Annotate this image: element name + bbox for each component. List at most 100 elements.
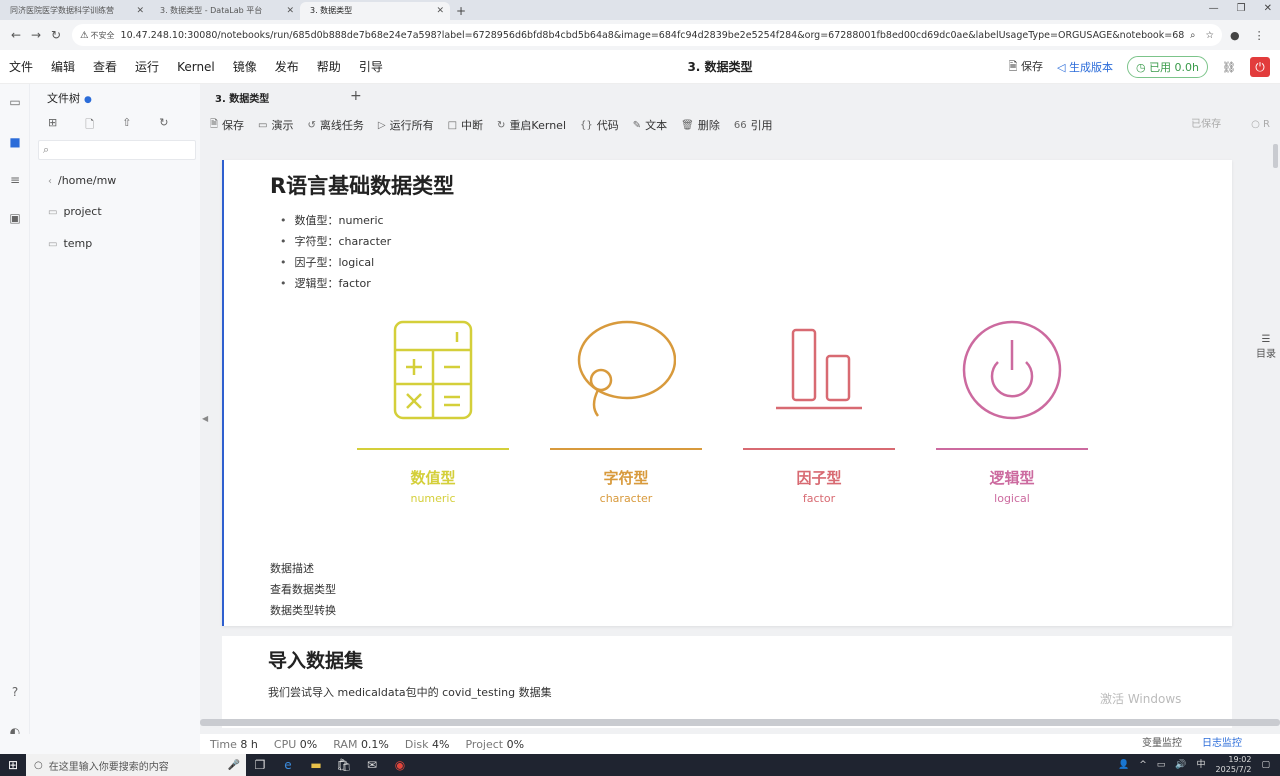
browser-tab[interactable]: 同济医院医学数据科学训练营 ✕ <box>0 2 150 20</box>
file-explorer-icon[interactable]: ▬ <box>302 758 330 772</box>
status-disk: Disk 4% <box>405 738 450 751</box>
file-tree-item[interactable]: ▭ temp <box>48 237 92 250</box>
help-icon[interactable]: ? <box>7 684 23 700</box>
save-button[interactable]: 🗎 保存 <box>1009 58 1043 77</box>
restore-icon[interactable]: ❐ <box>1237 0 1246 18</box>
toolbar-offline-task-button[interactable]: ↺ 离线任务 <box>308 117 364 133</box>
person-icon[interactable]: 👤 <box>1118 754 1129 776</box>
toolbar-cite-button[interactable]: 66 引用 <box>734 117 773 133</box>
menu-guide[interactable]: 引导 <box>350 58 392 75</box>
menu-run[interactable]: 运行 <box>126 58 168 75</box>
new-file-icon[interactable]: 🗋 <box>85 116 94 135</box>
menu-edit[interactable]: 编辑 <box>42 58 84 75</box>
windows-activation-watermark: 激活 Windows <box>1100 692 1182 706</box>
log-monitor-button[interactable]: 日志监控 <box>1202 734 1242 754</box>
toolbar-text-button[interactable]: ✎ 文本 <box>633 117 667 133</box>
new-tab-button[interactable]: + <box>450 2 472 20</box>
toc-button[interactable]: ☰ 目录 <box>1254 334 1278 360</box>
run-icon: ▷ <box>377 119 386 131</box>
toolbar-run-all-button[interactable]: ▷ 运行所有 <box>378 117 434 133</box>
store-icon[interactable]: 🛍 <box>330 758 358 772</box>
task-view-icon[interactable]: ❐ <box>246 758 274 772</box>
section-link[interactable]: 数据描述 <box>270 558 336 579</box>
taskbar-search-input[interactable]: ○ 在这里输入你要搜索的内容 🎤 <box>26 754 246 776</box>
windows-start-icon[interactable]: ⊞ <box>0 758 26 772</box>
upload-icon[interactable]: ⇧ <box>122 116 131 135</box>
tray-chevron-icon[interactable]: ^ <box>1139 754 1147 776</box>
power-button[interactable]: ⏻ <box>1250 57 1270 77</box>
browser-tab-label: 3. 数据类型 <box>310 6 353 15</box>
toolbar-label: 删除 <box>697 119 720 132</box>
url-input[interactable]: ⚠ 不安全 10.47.248.10:30080/notebooks/run/6… <box>72 24 1222 46</box>
new-folder-icon[interactable]: ⊞ <box>48 116 57 135</box>
vertical-scrollbar[interactable] <box>1273 144 1278 168</box>
text-icon: ✎ <box>632 119 642 131</box>
menu-image[interactable]: 镜像 <box>224 58 266 75</box>
ime-indicator[interactable]: 中 <box>1197 754 1206 776</box>
notebook-tab[interactable]: 3. 数据类型 <box>215 90 269 105</box>
file-search-input[interactable]: ⌕ <box>38 140 196 160</box>
menu-publish[interactable]: 发布 <box>266 58 308 75</box>
toolbar-restart-kernel-button[interactable]: ↻ 重启Kernel <box>497 117 566 133</box>
bookmark-star-icon[interactable]: ☆ <box>1205 30 1214 41</box>
menu-help[interactable]: 帮助 <box>308 58 350 75</box>
network-icon[interactable]: ▭ <box>1157 754 1166 776</box>
minimize-icon[interactable]: — <box>1209 0 1219 18</box>
mail-icon[interactable]: ✉ <box>358 758 386 772</box>
horizontal-scrollbar[interactable] <box>200 719 1280 726</box>
inbox-icon[interactable]: ▭ <box>7 94 23 110</box>
file-tree-item[interactable]: ▭ project <box>48 205 102 218</box>
status-value: 0% <box>506 737 525 751</box>
data-type-list: 数值型：numeric 字符型：character 因子型：logical 逻辑… <box>280 210 392 294</box>
stop-icon: □ <box>447 119 458 131</box>
profile-icon[interactable]: ● <box>1230 29 1240 42</box>
clock-time: 19:02 <box>1228 755 1252 764</box>
section-link[interactable]: 数据类型转换 <box>270 600 336 621</box>
link-icon[interactable]: ⛓ <box>1222 61 1236 74</box>
toolbar-save-button[interactable]: 🗎 保存 <box>210 117 244 134</box>
close-tab-icon[interactable]: ✕ <box>436 2 444 20</box>
publish-button[interactable]: ◁ 生成版本 <box>1057 59 1113 75</box>
menu-file[interactable]: 文件 <box>0 58 42 75</box>
browser-tab[interactable]: 3. 数据类型 - DataLab 平台 ✕ <box>150 2 300 20</box>
folder-icon[interactable]: ■ <box>7 134 23 150</box>
volume-icon[interactable]: 🔊 <box>1175 754 1186 776</box>
microphone-icon[interactable]: 🎤 <box>228 760 240 771</box>
collapse-panel-icon[interactable]: ◀ <box>202 414 208 423</box>
status-cpu: CPU 0% <box>274 738 317 751</box>
variable-monitor-button[interactable]: 变量监控 <box>1142 734 1182 754</box>
add-notebook-tab-button[interactable]: + <box>350 88 362 104</box>
browser-tab-active[interactable]: 3. 数据类型 ✕ <box>300 2 450 20</box>
database-icon[interactable]: ≡ <box>7 172 23 188</box>
taskbar-search-placeholder: 在这里输入你要搜索的内容 <box>48 761 169 773</box>
menu-kernel[interactable]: Kernel <box>168 60 224 74</box>
file-tree-path[interactable]: ‹ /home/mw <box>48 174 116 187</box>
toolbar-code-button[interactable]: {} 代码 <box>580 117 619 133</box>
taskbar-clock[interactable]: 19:02 2025/7/2 <box>1216 754 1252 776</box>
forward-icon[interactable]: → <box>26 28 46 42</box>
markdown-cell-selected[interactable]: R语言基础数据类型 数值型：numeric 字符型：character 因子型：… <box>222 160 1232 626</box>
gallery-icon[interactable]: ▣ <box>7 210 23 226</box>
toolbar-interrupt-button[interactable]: □ 中断 <box>448 117 483 133</box>
zoom-icon[interactable]: ⌕ <box>1190 30 1195 41</box>
status-value: 0.1% <box>360 737 389 751</box>
markdown-cell[interactable]: 导入数据集 我们尝试导入 medicaldata包中的 covid_testin… <box>222 636 1232 728</box>
section-links: 数据描述 查看数据类型 数据类型转换 <box>270 558 336 621</box>
toolbar-delete-button[interactable]: 🗑 删除 <box>681 117 720 133</box>
close-tab-icon[interactable]: ✕ <box>286 2 294 20</box>
close-window-icon[interactable]: ✕ <box>1264 0 1272 18</box>
back-icon[interactable]: ← <box>6 28 26 42</box>
toolbar-present-button[interactable]: ▭ 演示 <box>258 117 293 133</box>
menu-view[interactable]: 查看 <box>84 58 126 75</box>
browser-tabstrip: 同济医院医学数据科学训练营 ✕ 3. 数据类型 - DataLab 平台 ✕ 3. … <box>0 0 1280 20</box>
notification-icon[interactable]: ▢ <box>1261 754 1270 776</box>
menu-icon[interactable]: ⋮ <box>1254 29 1265 42</box>
notebook-toolbar: 🗎 保存 ▭ 演示 ↺ 离线任务 ▷ 运行所有 □ 中断 ↻ 重启Kernel {} 代码 ✎… <box>210 114 1270 136</box>
refresh-icon[interactable]: ↻ <box>159 116 168 135</box>
close-tab-icon[interactable]: ✕ <box>136 2 144 20</box>
edge-browser-icon[interactable]: e <box>274 758 302 772</box>
reload-icon[interactable]: ↻ <box>46 28 66 42</box>
chrome-icon[interactable]: ◉ <box>386 758 414 772</box>
section-link[interactable]: 查看数据类型 <box>270 579 336 600</box>
pin-icon[interactable]: ● <box>84 95 92 105</box>
